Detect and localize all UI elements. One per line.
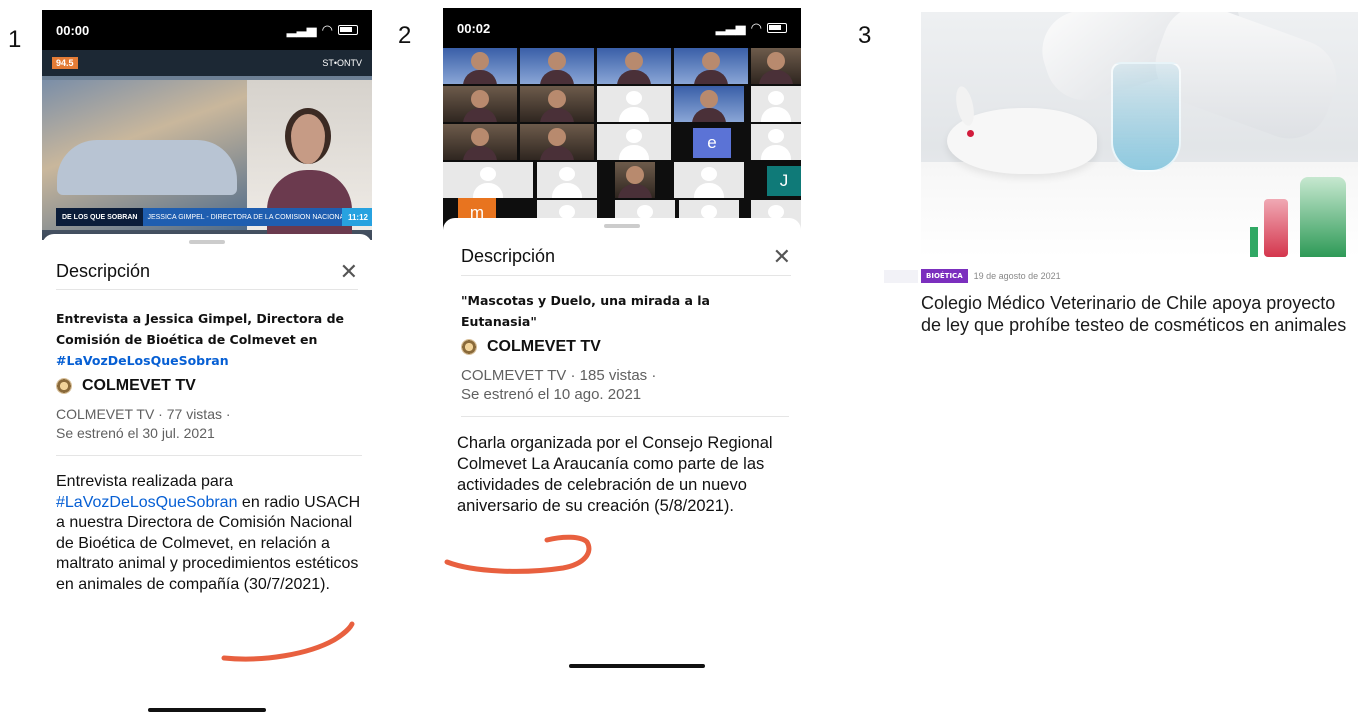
video-description: Charla organizada por el Consejo Regiona… (457, 434, 773, 515)
participant-avatar (537, 162, 597, 198)
lab-flask (1111, 62, 1181, 172)
rabbit (947, 84, 1097, 174)
category-badge[interactable]: BIOÉTICA (921, 269, 968, 283)
participant-tile (674, 86, 744, 122)
participant-initial-j: J (767, 166, 801, 196)
divider (56, 455, 362, 456)
video-meta: COLMEVET TV · 185 vistas · Se estrenó el… (461, 366, 789, 404)
participant-avatar (674, 162, 744, 198)
article-image (921, 12, 1358, 257)
home-indicator (569, 664, 705, 668)
article-headline[interactable]: Colegio Médico Veterinario de Chile apoy… (921, 292, 1358, 336)
battery-icon (767, 23, 787, 33)
premiere-date: Se estrenó el 10 ago. 2021 (461, 386, 642, 403)
participant-avatar (751, 124, 801, 160)
sheet-body: Entrevista a Jessica Gimpel, Directora d… (56, 308, 362, 595)
participant-tile (443, 48, 517, 84)
participant-avatar (443, 162, 533, 198)
participant-tile (751, 48, 801, 84)
channel-avatar (461, 339, 477, 355)
views-line: COLMEVET TV · 185 vistas · (461, 367, 657, 384)
video-title-hashtag-link[interactable]: #LaVozDeLosQueSobran (56, 353, 229, 368)
video-meta: COLMEVET TV · 77 vistas · Se estrenó el … (56, 405, 362, 443)
channel-corner-logo: ST•ONTV (322, 58, 362, 68)
lower-third-clock: 11:12 (341, 208, 372, 226)
screenshot-1: 00:00 ▂▃▅ ◠ 94.5 ST•ONTV DE LOS QUE SOBR… (42, 10, 372, 713)
sheet-title: Descripción (461, 246, 556, 266)
sheet-drag-handle[interactable] (189, 240, 225, 244)
status-icons: ▂▃▅ ◠ (287, 22, 358, 38)
status-time: 00:02 (457, 20, 491, 36)
video-description: Entrevista realizada para #LaVozDeLosQue… (56, 472, 362, 595)
channel-row[interactable]: COLMEVET TV (461, 338, 789, 356)
article-date: 19 de agosto de 2021 (973, 271, 1061, 281)
lower-third-show: DE LOS QUE SOBRAN (56, 208, 144, 226)
sheet-title: Descripción (56, 261, 151, 281)
lower-third: DE LOS QUE SOBRAN JESSICA GIMPEL - DIREC… (56, 208, 372, 226)
status-time: 00:00 (56, 22, 90, 38)
station-logo: 94.5 (52, 57, 78, 69)
channel-name: COLMEVET TV (82, 377, 196, 394)
test-tube-green-small (1250, 227, 1258, 257)
status-bar: 00:00 ▂▃▅ ◠ (42, 10, 372, 50)
participant-tile (615, 162, 655, 198)
video-title: "Mascotas y Duelo, una mirada a la Eutan… (461, 293, 710, 329)
status-icons: ▂▃▅ ◠ (716, 20, 787, 36)
participant-initial-e: e (693, 128, 731, 158)
participant-tile (443, 86, 517, 122)
participant-tile (597, 48, 671, 84)
participant-tile (520, 48, 594, 84)
highlight-swoosh (444, 534, 592, 574)
sheet-body: "Mascotas y Duelo, una mirada a la Eutan… (457, 290, 789, 517)
participant-tile (520, 124, 594, 160)
video-player[interactable]: 94.5 ST•ONTV DE LOS QUE SOBRAN JESSICA G… (42, 50, 372, 240)
article-meta: BIOÉTICA 19 de agosto de 2021 (884, 269, 1358, 283)
participant-tile (443, 124, 517, 160)
close-icon[interactable]: ✕ (340, 260, 358, 283)
participant-tile (520, 86, 594, 122)
video-call-grid[interactable]: e J m (443, 48, 801, 233)
wifi-icon: ◠ (750, 20, 762, 35)
battery-icon (338, 25, 358, 35)
signal-icon: ▂▃▅ (715, 20, 746, 35)
participant-avatar (751, 86, 801, 122)
views-line: COLMEVET TV · 77 vistas · (56, 406, 231, 422)
screenshot-2: 00:02 ▂▃▅ ◠ e J m Descripción ✕ "Mascota… (443, 8, 801, 713)
sheet-header: Descripción ✕ (56, 254, 358, 290)
sheet-drag-handle[interactable] (604, 224, 640, 228)
news-article-card[interactable]: BIOÉTICA 19 de agosto de 2021 Colegio Mé… (884, 12, 1358, 336)
home-indicator (148, 708, 266, 712)
figure-number-2: 2 (398, 22, 412, 49)
description-text-1: Entrevista realizada para (56, 473, 233, 490)
status-bar: 00:02 ▂▃▅ ◠ (443, 8, 801, 48)
participant-avatar (597, 124, 671, 160)
test-tube-red (1264, 199, 1288, 257)
premiere-date: Se estrenó el 30 jul. 2021 (56, 425, 215, 441)
video-title: Entrevista a Jessica Gimpel, Directora d… (56, 308, 362, 371)
channel-row[interactable]: COLMEVET TV (56, 377, 362, 395)
highlight-swoosh (221, 621, 355, 662)
participant-tile (674, 48, 748, 84)
video-title-text: Entrevista a Jessica Gimpel, Directora d… (56, 311, 345, 347)
lower-third-text: JESSICA GIMPEL - DIRECTORA DE LA COMISIÓ… (147, 213, 342, 221)
video-top-bar: 94.5 ST•ONTV (42, 50, 372, 76)
test-tube-green (1300, 177, 1346, 257)
close-icon[interactable]: ✕ (773, 245, 791, 268)
figure-number-3: 3 (858, 22, 872, 49)
divider (461, 416, 789, 417)
channel-avatar (56, 378, 72, 394)
sheet-header: Descripción ✕ (461, 238, 791, 276)
wifi-icon: ◠ (321, 22, 333, 37)
channel-name: COLMEVET TV (487, 338, 601, 355)
description-sheet: Descripción ✕ "Mascotas y Duelo, una mir… (443, 218, 801, 713)
signal-icon: ▂▃▅ (286, 22, 317, 37)
meta-ribbon (884, 269, 918, 283)
description-hashtag-link[interactable]: #LaVozDeLosQueSobran (56, 494, 237, 511)
participant-avatar (597, 86, 671, 122)
figure-number-1: 1 (8, 26, 22, 53)
